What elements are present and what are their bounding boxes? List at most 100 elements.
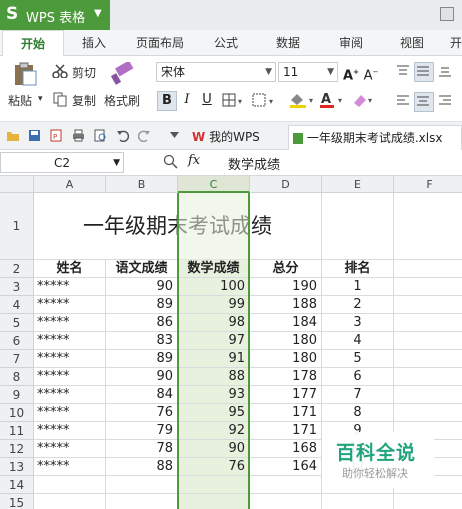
copy-button[interactable]: 复制 xyxy=(72,92,96,109)
table-cell[interactable]: ***** xyxy=(34,278,106,296)
print-icon[interactable] xyxy=(72,129,85,142)
underline-button[interactable]: U xyxy=(198,91,216,109)
cell[interactable] xyxy=(394,260,462,278)
table-cell[interactable]: ***** xyxy=(34,350,106,368)
table-cell[interactable]: 1 xyxy=(322,278,394,296)
cell[interactable] xyxy=(106,494,178,509)
fill-pattern-icon[interactable]: ▾ xyxy=(252,93,280,110)
table-cell[interactable]: 90 xyxy=(106,368,178,386)
table-cell[interactable]: 168 xyxy=(250,440,322,458)
table-header-cell[interactable]: 姓名 xyxy=(34,260,106,278)
table-cell[interactable]: 91 xyxy=(178,350,250,368)
row-header[interactable]: 5 xyxy=(0,314,34,332)
table-cell[interactable]: 88 xyxy=(178,368,250,386)
table-cell[interactable]: 5 xyxy=(322,350,394,368)
column-header[interactable]: A xyxy=(34,176,106,193)
table-cell[interactable]: 164 xyxy=(250,458,322,476)
formula-input[interactable]: 数学成绩 xyxy=(228,154,280,173)
cell[interactable] xyxy=(394,296,462,314)
cell[interactable] xyxy=(250,494,322,509)
print-preview-icon[interactable] xyxy=(94,129,107,142)
row-header[interactable]: 4 xyxy=(0,296,34,314)
table-cell[interactable]: 88 xyxy=(106,458,178,476)
open-folder-icon[interactable] xyxy=(6,129,19,142)
table-cell[interactable]: 83 xyxy=(106,332,178,350)
table-cell[interactable]: 89 xyxy=(106,296,178,314)
table-header-cell[interactable]: 数学成绩 xyxy=(178,260,250,278)
file-tab-home[interactable]: W 我的WPS xyxy=(188,125,286,150)
tab-insert[interactable]: 插入 xyxy=(82,30,106,56)
table-cell[interactable]: ***** xyxy=(34,422,106,440)
row-header[interactable]: 3 xyxy=(0,278,34,296)
table-cell[interactable]: 78 xyxy=(106,440,178,458)
align-bottom-icon[interactable] xyxy=(438,64,452,81)
column-header[interactable]: F xyxy=(394,176,462,193)
row-header[interactable]: 8 xyxy=(0,368,34,386)
cell[interactable] xyxy=(394,278,462,296)
tab-formulas[interactable]: 公式 xyxy=(214,30,238,56)
table-cell[interactable]: ***** xyxy=(34,314,106,332)
copy-icon[interactable] xyxy=(53,92,67,110)
export-pdf-icon[interactable]: P xyxy=(50,129,63,142)
cell[interactable] xyxy=(178,476,250,494)
table-cell[interactable]: 93 xyxy=(178,386,250,404)
table-cell[interactable]: 79 xyxy=(106,422,178,440)
save-icon[interactable] xyxy=(28,129,41,142)
table-cell[interactable]: 171 xyxy=(250,422,322,440)
table-cell[interactable]: 190 xyxy=(250,278,322,296)
column-header[interactable]: B xyxy=(106,176,178,193)
table-cell[interactable]: ***** xyxy=(34,404,106,422)
table-cell[interactable]: 180 xyxy=(250,332,322,350)
table-cell[interactable]: 76 xyxy=(178,458,250,476)
row-header[interactable]: 10 xyxy=(0,404,34,422)
table-cell[interactable]: 86 xyxy=(106,314,178,332)
tab-more[interactable]: 开 xyxy=(450,30,462,56)
table-cell[interactable]: 171 xyxy=(250,404,322,422)
format-painter-icon[interactable] xyxy=(110,60,136,89)
cell[interactable] xyxy=(34,476,106,494)
table-cell[interactable]: 89 xyxy=(106,350,178,368)
table-cell[interactable]: 8 xyxy=(322,404,394,422)
tab-data[interactable]: 数据 xyxy=(276,30,300,56)
row-header[interactable]: 13 xyxy=(0,458,34,476)
italic-button[interactable]: I xyxy=(178,91,196,109)
tab-view[interactable]: 视图 xyxy=(400,30,424,56)
table-cell[interactable]: 188 xyxy=(250,296,322,314)
tab-page-layout[interactable]: 页面布局 xyxy=(136,30,184,56)
table-cell[interactable]: 100 xyxy=(178,278,250,296)
redo-icon[interactable] xyxy=(137,129,151,143)
row-header[interactable]: 12 xyxy=(0,440,34,458)
tab-home[interactable]: 开始 xyxy=(2,30,64,57)
cell[interactable] xyxy=(322,494,394,509)
align-center-icon[interactable] xyxy=(414,92,434,112)
table-cell[interactable]: 2 xyxy=(322,296,394,314)
window-icon[interactable] xyxy=(440,7,454,21)
paste-icon[interactable] xyxy=(12,62,38,86)
column-header[interactable]: E xyxy=(322,176,394,193)
font-name-select[interactable]: 宋体 ▼ xyxy=(156,62,276,82)
font-size-select[interactable]: 11 ▼ xyxy=(278,62,338,82)
table-cell[interactable]: 84 xyxy=(106,386,178,404)
table-cell[interactable]: 6 xyxy=(322,368,394,386)
table-cell[interactable]: 90 xyxy=(178,440,250,458)
align-top-icon[interactable] xyxy=(396,64,410,81)
cell[interactable] xyxy=(394,386,462,404)
table-cell[interactable]: ***** xyxy=(34,440,106,458)
table-cell[interactable]: 97 xyxy=(178,332,250,350)
table-header-cell[interactable]: 排名 xyxy=(322,260,394,278)
table-cell[interactable]: 76 xyxy=(106,404,178,422)
scissors-icon[interactable] xyxy=(52,64,68,81)
file-tab-workbook[interactable]: 一年级期末考试成绩.xlsx xyxy=(288,125,462,150)
table-cell[interactable]: ***** xyxy=(34,296,106,314)
table-cell[interactable]: 7 xyxy=(322,386,394,404)
chevron-down-icon[interactable] xyxy=(168,128,181,141)
format-painter-button[interactable]: 格式刷 xyxy=(104,92,140,109)
cell[interactable] xyxy=(394,332,462,350)
table-cell[interactable]: 177 xyxy=(250,386,322,404)
table-header-cell[interactable]: 语文成绩 xyxy=(106,260,178,278)
row-header[interactable]: 9 xyxy=(0,386,34,404)
borders-icon[interactable]: ▾ xyxy=(222,93,246,110)
cell[interactable] xyxy=(34,494,106,509)
clear-format-icon[interactable]: ▾ xyxy=(350,91,378,112)
cell[interactable] xyxy=(394,350,462,368)
